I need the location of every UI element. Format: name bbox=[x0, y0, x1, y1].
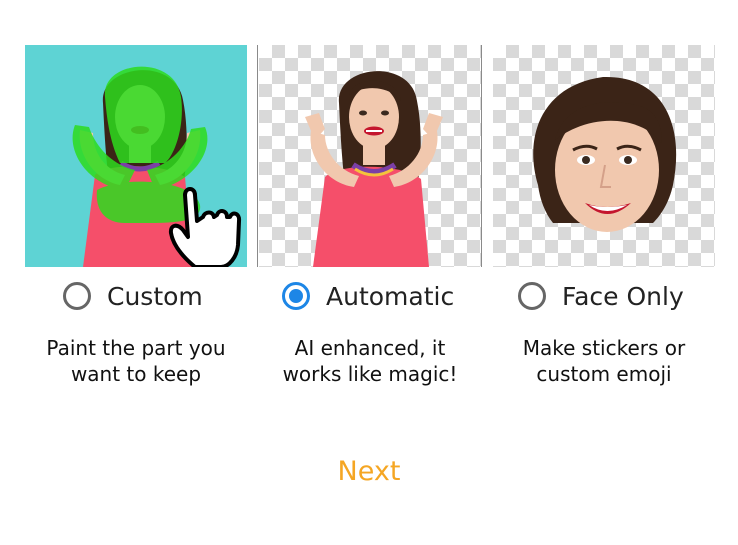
automatic-preview-image[interactable] bbox=[259, 45, 481, 267]
face-only-description: Make stickers or custom emoji bbox=[488, 335, 720, 387]
option-automatic[interactable]: Automatic bbox=[282, 280, 454, 312]
custom-description-line: Paint the part you bbox=[46, 336, 226, 360]
option-custom[interactable]: Custom bbox=[63, 280, 203, 312]
face-only-radio[interactable] bbox=[518, 282, 546, 310]
custom-radio[interactable] bbox=[63, 282, 91, 310]
automatic-radio[interactable] bbox=[282, 282, 310, 310]
custom-preview-image[interactable] bbox=[25, 45, 247, 267]
face-only-description-line: custom emoji bbox=[536, 362, 672, 386]
option-face-only[interactable]: Face Only bbox=[518, 280, 684, 312]
automatic-description: AI enhanced, it works like magic! bbox=[254, 335, 486, 387]
custom-label: Custom bbox=[107, 281, 203, 311]
automatic-label: Automatic bbox=[326, 281, 455, 311]
face-only-label: Face Only bbox=[562, 281, 684, 311]
custom-description-line: want to keep bbox=[70, 362, 202, 386]
custom-description: Paint the part you want to keep bbox=[20, 335, 252, 387]
divider bbox=[481, 45, 482, 267]
next-button[interactable]: Next bbox=[269, 456, 469, 487]
automatic-description-line: AI enhanced, it bbox=[294, 336, 446, 360]
face-only-preview-image[interactable] bbox=[493, 45, 715, 267]
divider bbox=[257, 45, 258, 267]
face-only-description-line: Make stickers or bbox=[522, 336, 686, 360]
automatic-description-line: works like magic! bbox=[282, 362, 458, 386]
